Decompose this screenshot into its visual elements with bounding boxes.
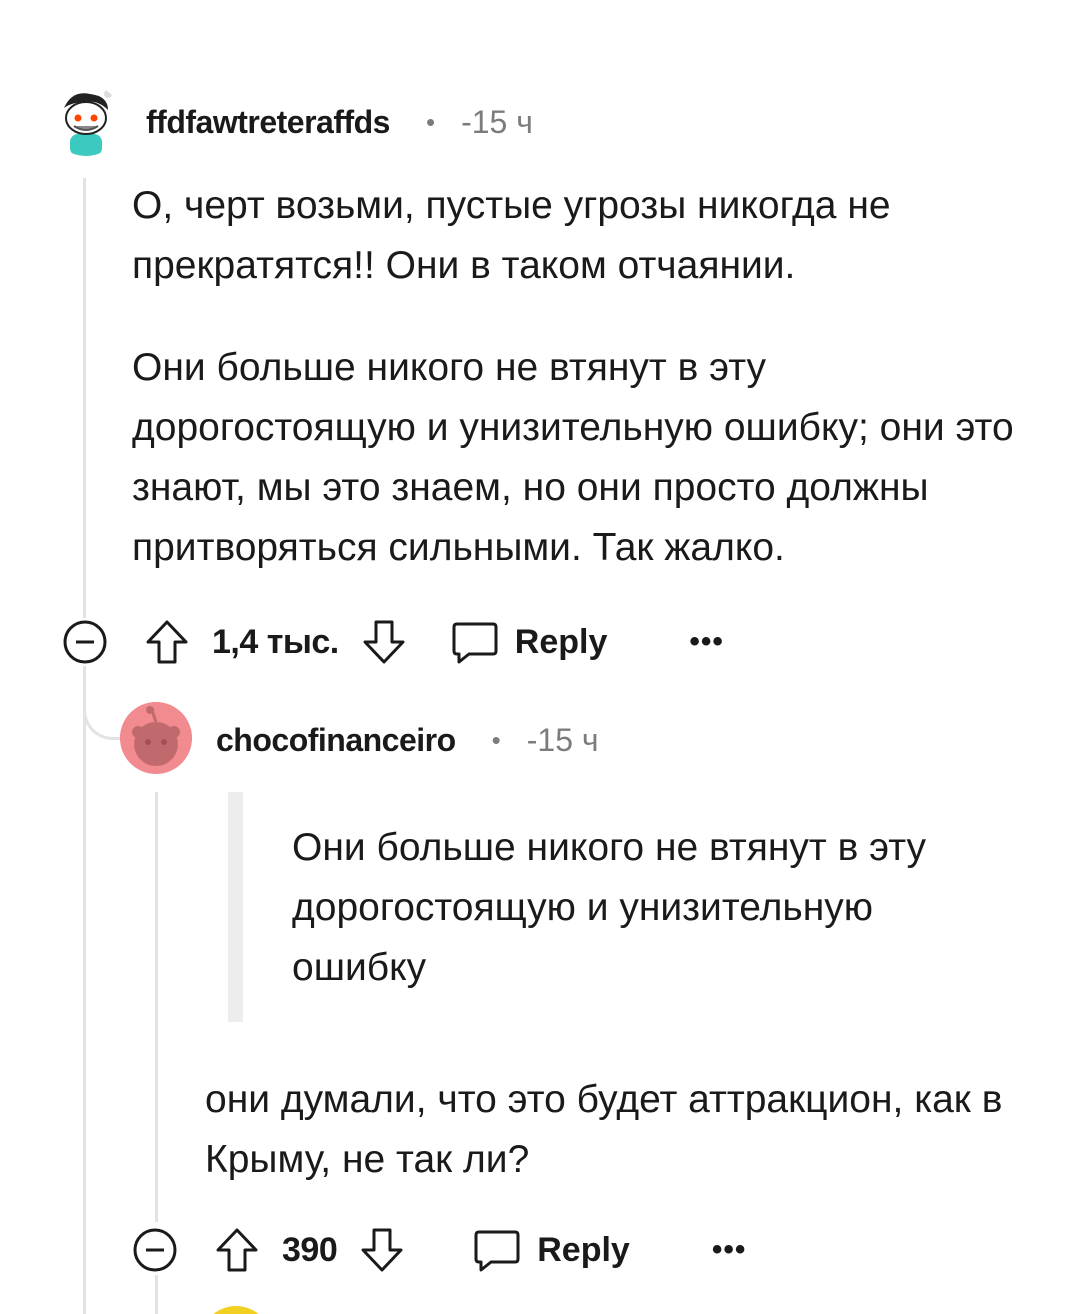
avatar[interactable] xyxy=(120,702,192,774)
timestamp: -15 ч xyxy=(526,721,599,758)
avatar[interactable] xyxy=(200,1306,272,1314)
comment-body: О, черт возьми, пустые угрозы никогда не… xyxy=(132,176,1052,578)
reply-label: Reply xyxy=(514,622,608,661)
upvote-icon[interactable] xyxy=(144,618,190,666)
username[interactable]: ffdfawtreteraffds xyxy=(146,104,390,141)
paragraph: они думали, что это будет аттракцион, ка… xyxy=(205,1078,1003,1181)
thread-line[interactable] xyxy=(83,666,86,1314)
reply-button[interactable]: Reply xyxy=(473,1227,630,1273)
thread-line[interactable] xyxy=(155,1275,158,1314)
comment-thread: ffdfawtreteraffds • -15 ч О, черт возьми… xyxy=(0,0,1080,1314)
chat-bubble-icon xyxy=(451,619,499,665)
comment-actions: 390 Reply ••• xyxy=(132,1222,746,1278)
thread-line[interactable] xyxy=(155,792,158,1222)
vote-count: 1,4 тыс. xyxy=(212,622,339,661)
timestamp: -15 ч xyxy=(461,103,533,140)
comment-actions: 1,4 тыс. Reply ••• xyxy=(62,614,724,670)
more-options-icon[interactable]: ••• xyxy=(712,1233,747,1267)
avatar[interactable] xyxy=(50,84,122,156)
reply-button[interactable]: Reply xyxy=(451,619,608,665)
downvote-icon[interactable] xyxy=(359,1226,405,1274)
collapse-icon[interactable] xyxy=(132,1227,178,1273)
upvote-icon[interactable] xyxy=(214,1226,260,1274)
reply-label: Reply xyxy=(537,1230,630,1269)
quote-text: Они больше никого не втянут в эту дорого… xyxy=(292,826,926,989)
separator: • xyxy=(425,106,436,137)
paragraph: О, черт возьми, пустые угрозы никогда не… xyxy=(132,184,891,287)
comment-body: они думали, что это будет аттракцион, ка… xyxy=(205,1070,1025,1190)
separator: • xyxy=(491,724,501,755)
comment-header: ffdfawtreteraffds • -15 ч xyxy=(146,100,533,144)
collapse-icon[interactable] xyxy=(62,619,108,665)
chat-bubble-icon xyxy=(473,1227,521,1273)
thread-connector xyxy=(83,690,123,740)
vote-count: 390 xyxy=(282,1230,338,1269)
thread-line[interactable] xyxy=(83,178,86,618)
paragraph: Они больше никого не втянут в эту дорого… xyxy=(132,346,1014,569)
more-options-icon[interactable]: ••• xyxy=(689,625,724,659)
downvote-icon[interactable] xyxy=(361,618,407,666)
comment-header: chocofinanceiro • -15 ч xyxy=(216,718,599,762)
username[interactable]: chocofinanceiro xyxy=(216,722,456,759)
